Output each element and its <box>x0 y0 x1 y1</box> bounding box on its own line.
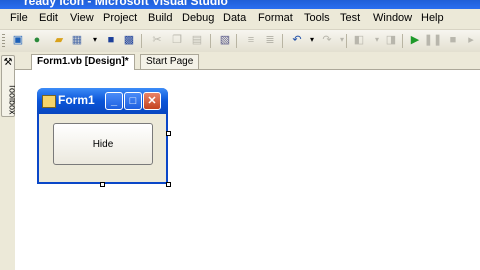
menu-project[interactable]: Project <box>103 12 137 24</box>
toolbox-tab[interactable]: ⚒ Toolbox <box>1 55 18 117</box>
pause-icon[interactable]: ❚❚ <box>424 33 442 47</box>
outdent-icon[interactable]: ≣ <box>263 33 277 47</box>
toolbar-separator <box>210 34 211 48</box>
hide-button-label: Hide <box>92 138 114 150</box>
toolbox-icon: ⚒ <box>3 57 13 68</box>
toolbar-grip[interactable] <box>2 34 5 48</box>
copy-icon[interactable]: ❐ <box>170 33 184 47</box>
toolbar-separator <box>236 34 237 48</box>
menu-build[interactable]: Build <box>148 12 172 24</box>
menu-edit[interactable]: Edit <box>39 12 58 24</box>
nav-dropdown-icon[interactable]: ▾ <box>370 33 384 47</box>
undo-icon[interactable]: ↶ <box>290 33 304 47</box>
paste-icon[interactable]: ▤ <box>190 33 204 47</box>
app-title: ready icon - Microsoft Visual Studio <box>24 0 228 8</box>
menu-file[interactable]: File <box>10 12 28 24</box>
indent-icon[interactable]: ≡ <box>244 33 258 47</box>
open-icon[interactable]: ▰ <box>52 33 66 47</box>
toolbar-separator <box>282 34 283 48</box>
resize-handle-bottom[interactable] <box>100 182 105 187</box>
toolbar-separator <box>141 34 142 48</box>
menu-format[interactable]: Format <box>258 12 293 24</box>
menu-data[interactable]: Data <box>223 12 246 24</box>
find-icon[interactable]: ▧ <box>218 33 232 47</box>
toolbox-strip: ⚒ Toolbox <box>0 52 18 270</box>
resize-handle-right[interactable] <box>166 131 171 136</box>
add-item-icon[interactable]: ● <box>30 33 44 47</box>
toolbar-separator <box>402 34 403 48</box>
tab-start-page[interactable]: Start Page <box>140 54 200 69</box>
standard-toolbar: ▣ ● ▰ ▦ ▾ ■ ▩ ✂ ❐ ▤ ▧ ≡ ≣ ↶ ▾ ↷ ▾ ◧ ▾ ◨ … <box>0 30 480 53</box>
menu-view[interactable]: View <box>70 12 94 24</box>
cut-icon[interactable]: ✂ <box>150 33 164 47</box>
new-project-icon[interactable]: ▣ <box>11 33 25 47</box>
form-titlebar[interactable]: Form1 _ □ ✕ <box>37 88 168 114</box>
menu-window[interactable]: Window <box>373 12 412 24</box>
step-icon[interactable]: ▸ <box>464 33 478 47</box>
undo-dropdown-icon[interactable]: ▾ <box>305 33 319 47</box>
grid-icon[interactable]: ▦ <box>70 33 84 47</box>
navigate-back-icon[interactable]: ◧ <box>352 33 366 47</box>
close-button[interactable]: ✕ <box>143 92 161 110</box>
tab-form1-design[interactable]: Form1.vb [Design]* <box>31 54 135 70</box>
app-titlebar: ready icon - Microsoft Visual Studio <box>0 0 480 9</box>
form-title: Form1 <box>58 93 95 107</box>
document-tabs: Form1.vb [Design]* Start Page <box>15 52 480 70</box>
dropdown-icon[interactable]: ▾ <box>88 33 102 47</box>
redo-icon[interactable]: ↷ <box>320 33 334 47</box>
menu-help[interactable]: Help <box>421 12 444 24</box>
minimize-button[interactable]: _ <box>105 92 123 110</box>
form-window[interactable]: Form1 _ □ ✕ Hide <box>37 88 168 184</box>
resize-handle-bottom-right[interactable] <box>166 182 171 187</box>
maximize-button[interactable]: □ <box>124 92 142 110</box>
toolbar-separator <box>346 34 347 48</box>
stop-icon[interactable]: ■ <box>446 33 460 47</box>
form-icon <box>42 95 56 108</box>
menu-debug[interactable]: Debug <box>182 12 214 24</box>
navigate-forward-icon[interactable]: ◨ <box>384 33 398 47</box>
menu-tools[interactable]: Tools <box>304 12 330 24</box>
menu-test[interactable]: Test <box>340 12 360 24</box>
save-icon[interactable]: ■ <box>104 33 118 47</box>
save-all-icon[interactable]: ▩ <box>122 33 136 47</box>
hide-button[interactable]: Hide <box>53 123 153 165</box>
menu-bar: File Edit View Project Build Debug Data … <box>0 9 480 30</box>
start-icon[interactable]: ▶ <box>408 33 422 47</box>
